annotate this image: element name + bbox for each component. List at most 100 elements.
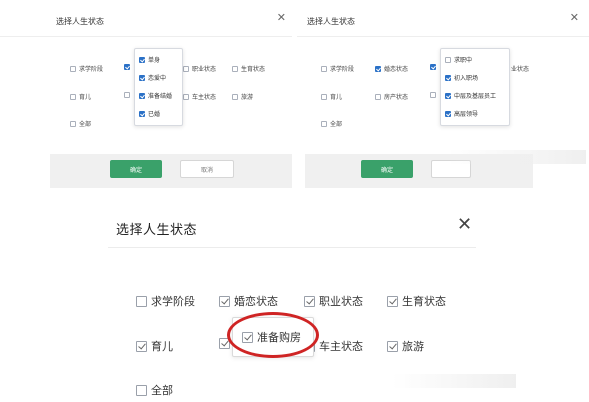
checkbox-checked[interactable]	[139, 110, 145, 117]
dialog-title: 选择人生状态	[307, 17, 355, 26]
checkbox[interactable]	[430, 92, 436, 98]
option-marriage[interactable]: 婚恋状态	[375, 64, 408, 73]
option-career[interactable]	[430, 64, 436, 70]
checkbox-checked[interactable]	[219, 338, 230, 349]
checkbox[interactable]	[321, 120, 327, 127]
checkbox[interactable]	[321, 65, 327, 72]
screenshot-root: 选择人生状态 ✕ 求学阶段 职业状态 生育状态 育儿 车主状态 旅游 全部 单身…	[0, 0, 589, 402]
checkbox-checked[interactable]	[304, 295, 315, 307]
option-label: 房产状态	[384, 94, 409, 101]
dialog-footer: 确定 取消	[50, 154, 292, 188]
dialog-title: 选择人生状态	[56, 17, 104, 26]
career-status-dropdown: 求职中 初入职场 中层及基层员工 高层领导	[440, 48, 510, 126]
option-study[interactable]: 求学阶段	[136, 293, 195, 309]
option-fertility[interactable]: 生育状态	[387, 293, 446, 309]
option-marriage[interactable]	[124, 64, 130, 70]
dropdown-item[interactable]: 恋爱中	[139, 73, 166, 82]
checkbox[interactable]	[183, 93, 189, 100]
checkbox-checked[interactable]	[139, 74, 145, 81]
checkbox[interactable]	[70, 120, 76, 127]
checkbox-checked[interactable]	[124, 64, 130, 70]
checkbox[interactable]	[136, 295, 147, 307]
option-label: 求学阶段	[79, 66, 104, 73]
option-car[interactable]	[430, 92, 436, 98]
option-label: 生育状态	[402, 295, 446, 308]
checkbox-checked[interactable]	[445, 92, 451, 99]
option-all[interactable]: 全部	[70, 119, 91, 128]
option-label: 婚恋状态	[234, 295, 278, 308]
option-all[interactable]: 全部	[321, 119, 342, 128]
dropdown-item[interactable]: 准备结婚	[139, 91, 172, 100]
dropdown-item[interactable]: 已婚	[139, 109, 160, 118]
checkbox-checked[interactable]	[139, 92, 145, 99]
checkbox[interactable]	[136, 384, 147, 396]
dropdown-item[interactable]: 中层及基层员工	[445, 91, 496, 100]
option-label: 全部	[330, 121, 343, 128]
dropdown-item[interactable]: 高层领导	[445, 109, 478, 118]
checkbox[interactable]	[232, 65, 238, 72]
checkbox-checked[interactable]	[242, 331, 253, 343]
checkbox[interactable]	[183, 65, 189, 72]
checkbox-checked[interactable]	[430, 64, 436, 70]
dropdown-item[interactable]: 求职中	[445, 55, 472, 64]
option-career[interactable]: 职业状态	[304, 293, 363, 309]
divider	[0, 36, 292, 37]
option-property[interactable]: 房产状态	[375, 92, 408, 101]
option-property[interactable]	[219, 338, 230, 349]
dropdown-item[interactable]: 准备购房	[242, 329, 301, 345]
checkbox-checked[interactable]	[387, 340, 398, 352]
dropdown-item-label: 初入职场	[454, 75, 479, 82]
option-car[interactable]: 车主状态	[183, 92, 216, 101]
close-icon[interactable]: ✕	[457, 216, 472, 234]
checkbox[interactable]	[321, 93, 327, 100]
option-parenting[interactable]: 育儿	[321, 92, 342, 101]
dropdown-item[interactable]: 单身	[139, 55, 160, 64]
option-label: 求学阶段	[330, 66, 355, 73]
option-career[interactable]: 职业状态	[183, 64, 216, 73]
option-label: 职业状态	[192, 66, 217, 73]
dropdown-item-label: 准备结婚	[148, 93, 173, 100]
checkbox-checked[interactable]	[139, 56, 145, 63]
dropdown-item-label: 单身	[148, 57, 161, 64]
fade-overlay	[448, 150, 586, 164]
option-career-label: 业状态	[511, 64, 529, 73]
checkbox[interactable]	[70, 93, 76, 100]
option-travel[interactable]: 旅游	[232, 92, 253, 101]
dropdown-item-label: 高层领导	[454, 111, 479, 118]
checkbox[interactable]	[375, 93, 381, 100]
close-icon[interactable]: ✕	[277, 12, 286, 23]
option-study[interactable]: 求学阶段	[70, 64, 103, 73]
option-label: 育儿	[151, 340, 173, 353]
checkbox[interactable]	[232, 93, 238, 100]
dropdown-item-label: 恋爱中	[148, 75, 167, 82]
option-travel[interactable]: 旅游	[387, 338, 424, 354]
option-study[interactable]: 求学阶段	[321, 64, 354, 73]
checkbox-checked[interactable]	[375, 65, 381, 72]
close-icon[interactable]: ✕	[570, 12, 579, 23]
option-label: 车主状态	[192, 94, 217, 101]
cancel-button[interactable]: 取消	[180, 160, 234, 178]
confirm-button[interactable]: 确定	[110, 160, 162, 178]
option-fertility[interactable]: 生育状态	[232, 64, 265, 73]
fade-overlay	[392, 374, 516, 388]
divider	[297, 36, 589, 37]
option-label: 旅游	[241, 94, 254, 101]
dropdown-item[interactable]: 初入职场	[445, 73, 478, 82]
checkbox[interactable]	[70, 65, 76, 72]
option-marriage[interactable]: 婚恋状态	[219, 293, 278, 309]
checkbox[interactable]	[445, 56, 451, 63]
checkbox[interactable]	[124, 92, 130, 98]
checkbox-checked[interactable]	[387, 295, 398, 307]
left-life-status-dialog: 选择人生状态 ✕ 求学阶段 职业状态 生育状态 育儿 车主状态 旅游 全部 单身…	[0, 6, 292, 188]
option-label: 育儿	[330, 94, 343, 101]
option-parenting[interactable]: 育儿	[136, 338, 173, 354]
marriage-status-dropdown: 单身 恋爱中 准备结婚 已婚	[134, 48, 183, 126]
checkbox-checked[interactable]	[445, 74, 451, 81]
option-parenting[interactable]: 育儿	[70, 92, 91, 101]
option-property[interactable]	[124, 92, 130, 98]
checkbox-checked[interactable]	[136, 340, 147, 352]
checkbox-checked[interactable]	[445, 110, 451, 117]
confirm-button[interactable]: 确定	[361, 160, 413, 178]
checkbox-checked[interactable]	[219, 295, 230, 307]
option-all[interactable]: 全部	[136, 382, 173, 398]
